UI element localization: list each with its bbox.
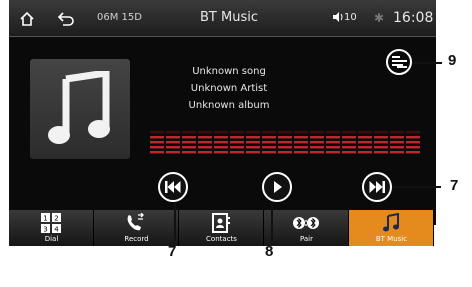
bluetooth-pair-icon — [293, 217, 319, 229]
volume-indicator[interactable]: 10 — [333, 0, 357, 36]
callout-label-prev: 7 — [168, 243, 177, 260]
equalizer-button[interactable] — [386, 49, 412, 75]
callout-leader-eq — [412, 62, 442, 64]
music-note-icon — [383, 213, 399, 232]
volume-level: 10 — [344, 12, 357, 23]
bluetooth-status-icon: ✱ — [374, 11, 385, 25]
equalizer-icon — [392, 56, 407, 68]
callout-label-eq: 9 — [448, 52, 457, 69]
skip-forward-icon — [369, 181, 385, 193]
call-log-icon — [127, 213, 144, 231]
next-track-button[interactable] — [362, 172, 392, 202]
callout-leader-next — [393, 186, 441, 188]
song-title: Unknown song — [192, 66, 266, 77]
clock-text: 16:08 — [393, 10, 434, 26]
callout-label-play: 8 — [265, 243, 274, 260]
tab-label: Dial — [44, 235, 59, 243]
svg-text:4: 4 — [54, 226, 59, 234]
tab-pair[interactable]: Pair — [264, 210, 349, 246]
callout-leader-prev — [174, 203, 176, 241]
svg-text:3: 3 — [43, 226, 47, 234]
callout-leader-play — [271, 203, 273, 241]
head-unit-screen: 06M 15D BT Music 10 ✱ 16:08 Unknown song… — [9, 0, 436, 225]
album-art — [30, 59, 130, 159]
previous-track-button[interactable] — [158, 172, 188, 202]
status-bar: 06M 15D BT Music 10 ✱ 16:08 — [9, 0, 436, 37]
artist-name: Unknown Artist — [190, 83, 268, 94]
contacts-icon — [212, 213, 230, 233]
page-title: BT Music — [200, 10, 258, 25]
svg-text:1: 1 — [43, 215, 47, 223]
dialpad-icon: 1 2 3 4 — [41, 213, 61, 233]
tab-bt-music[interactable]: BT Music — [349, 210, 434, 246]
tab-label: Record — [124, 235, 149, 243]
back-icon[interactable] — [57, 0, 81, 36]
tab-contacts[interactable]: Contacts — [179, 210, 264, 246]
tab-label: Pair — [299, 235, 314, 243]
callout-label-next: 7 — [450, 177, 459, 194]
home-icon[interactable] — [19, 0, 43, 36]
tab-label: BT Music — [375, 235, 408, 243]
tab-dial[interactable]: 1 2 3 4 Dial — [9, 210, 94, 246]
bottom-tab-bar: 1 2 3 4 Dial Record Contacts Pair BT Mus… — [9, 210, 436, 246]
album-name: Unknown album — [188, 100, 270, 111]
spectrum-visualizer — [150, 131, 420, 154]
date-text: 06M 15D — [97, 12, 142, 23]
play-icon — [274, 181, 282, 193]
skip-back-icon — [165, 181, 181, 193]
music-note-icon — [48, 71, 110, 144]
tab-label: Contacts — [206, 235, 237, 243]
tab-record[interactable]: Record — [94, 210, 179, 246]
svg-text:2: 2 — [54, 215, 58, 223]
play-button[interactable] — [262, 172, 292, 202]
